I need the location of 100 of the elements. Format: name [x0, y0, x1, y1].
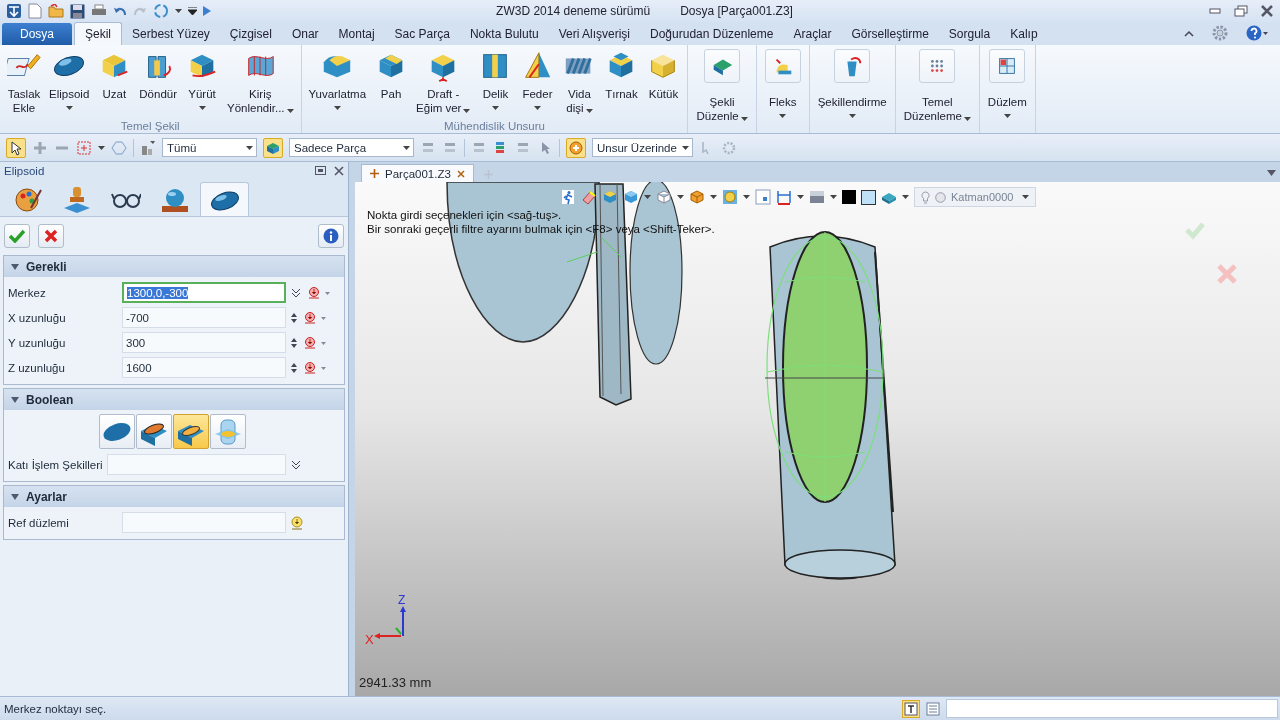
collapse-ribbon-icon[interactable] — [1184, 29, 1194, 37]
pick-point-icon[interactable] — [304, 311, 328, 324]
double-chevron-icon[interactable] — [290, 286, 302, 299]
boolean-option[interactable] — [135, 414, 172, 449]
ribbon-button[interactable]: Yürüt — [182, 47, 222, 118]
ok-button[interactable] — [4, 224, 30, 248]
boolean-option[interactable] — [172, 414, 209, 449]
ribbon-tab[interactable]: Şekil — [74, 22, 123, 45]
open-folder-icon[interactable] — [48, 4, 64, 18]
ribbon-button[interactable]: Temel Düzenleme — [901, 49, 973, 124]
input-field[interactable] — [122, 512, 286, 533]
ribbon-tab[interactable]: Görselleştirme — [841, 23, 939, 45]
save-icon[interactable] — [70, 3, 85, 19]
boolean-option[interactable] — [98, 414, 135, 449]
layer-dropdown[interactable]: Katman0000 — [914, 187, 1036, 207]
face-cube-icon[interactable] — [602, 189, 618, 205]
exit-icon[interactable] — [560, 189, 576, 205]
spin-arrows-icon[interactable] — [290, 361, 298, 374]
box-select-icon[interactable] — [76, 139, 92, 156]
ribbon-button[interactable]: Feder — [517, 47, 558, 118]
ribbon-button[interactable]: Düzlem — [985, 49, 1029, 118]
ribbon-button[interactable]: Döndür — [136, 47, 180, 118]
background-swatch-icon[interactable] — [861, 189, 876, 205]
render-mode-icon[interactable] — [722, 189, 738, 205]
input-field[interactable]: 300 — [122, 332, 286, 353]
ribbon-button[interactable]: Şekli Düzenle — [694, 49, 750, 124]
ribbon-tab[interactable]: Montaj — [328, 23, 385, 45]
document-tab[interactable]: Parça001.Z3 — [361, 164, 474, 182]
settings-icon[interactable] — [1212, 25, 1228, 41]
ribbon-tab[interactable]: Sac Parça — [384, 23, 460, 45]
filter-icon[interactable] — [140, 139, 156, 156]
circle-arrows-icon[interactable] — [153, 3, 169, 19]
input-field[interactable]: 1600 — [122, 357, 286, 378]
pick-plane-icon[interactable] — [290, 515, 304, 530]
wire-cube-icon[interactable] — [656, 189, 672, 205]
ribbon-button[interactable]: Uzat — [94, 47, 135, 118]
ribbon-button[interactable]: Fleks — [762, 49, 803, 118]
close-icon[interactable] — [456, 169, 465, 178]
pick-point-icon[interactable] — [304, 361, 328, 374]
ribbon-button[interactable]: Vida dişi — [559, 47, 600, 118]
new-file-icon[interactable] — [28, 3, 42, 19]
undo-icon[interactable] — [113, 5, 127, 17]
foreground-swatch-icon[interactable] — [842, 190, 856, 204]
cube-icon[interactable] — [623, 189, 639, 205]
document-list-icon[interactable] — [926, 701, 940, 716]
dimension-icon[interactable] — [776, 189, 792, 205]
shaded-cube-icon[interactable] — [689, 189, 705, 205]
ribbon-tab[interactable]: Sorgula — [938, 23, 1001, 45]
ribbon-button[interactable]: Yuvarlatma — [305, 47, 370, 118]
zoom-fit-icon[interactable] — [755, 189, 771, 205]
filter-dropdown[interactable]: Tümü — [162, 138, 257, 157]
section-header[interactable]: Ayarlar — [4, 486, 344, 507]
file-menu-tab[interactable]: Dosya — [2, 23, 72, 45]
ribbon-button[interactable]: Şekillendirme — [815, 49, 889, 118]
ribbon-tab[interactable]: Nokta Bulutu — [459, 23, 549, 45]
pick-point-icon[interactable] — [304, 336, 328, 349]
restore-icon[interactable] — [1234, 5, 1248, 17]
double-chevron-icon[interactable] — [290, 458, 302, 471]
customize-caret-icon[interactable] — [188, 7, 197, 15]
ribbon-button[interactable]: Elipsoid — [46, 47, 93, 118]
section-header[interactable]: Boolean — [4, 389, 344, 410]
input-field[interactable] — [106, 454, 286, 475]
ribbon-tab[interactable]: Veri Alışverişi — [548, 23, 641, 45]
tab-list-caret-icon[interactable] — [1267, 170, 1276, 176]
printer-icon[interactable] — [91, 4, 107, 18]
ribbon-tab[interactable]: Çizgisel — [219, 23, 282, 45]
ribbon-button[interactable]: Tırnak — [601, 47, 642, 118]
ribbon-tab[interactable]: Doğurudan Düzenleme — [640, 23, 784, 45]
pin-icon[interactable] — [315, 166, 326, 175]
close-icon[interactable] — [1260, 5, 1274, 17]
eraser-icon[interactable] — [581, 189, 597, 205]
ribbon-button[interactable]: Delik — [475, 47, 516, 118]
text-box-icon[interactable] — [904, 701, 918, 716]
app-logo-icon[interactable] — [6, 3, 22, 19]
background-shade-icon[interactable] — [809, 189, 825, 205]
ribbon-button[interactable]: Draft - Eğim ver — [413, 47, 474, 118]
cancel-button[interactable] — [38, 224, 64, 248]
filter-dropdown[interactable]: Unsur Üzerinde — [592, 138, 693, 157]
minimize-icon[interactable] — [1208, 5, 1222, 15]
status-input-field[interactable] — [946, 699, 1278, 718]
ribbon-button[interactable]: Kiriş Yönlendir... — [224, 47, 297, 118]
close-icon[interactable] — [334, 166, 344, 176]
input-field[interactable]: -700 — [122, 307, 286, 328]
snap-icon[interactable] — [568, 139, 584, 156]
section-header[interactable]: Gerekli — [4, 256, 344, 277]
pointer-icon[interactable] — [8, 139, 24, 156]
input-field[interactable]: 1300,0,-300 — [122, 282, 286, 303]
play-arrow-icon[interactable] — [203, 6, 211, 16]
spin-arrows-icon[interactable] — [290, 311, 298, 324]
panel-tab[interactable] — [200, 182, 249, 216]
pick-point-icon[interactable] — [308, 286, 332, 299]
help-icon[interactable] — [1246, 25, 1268, 41]
ribbon-tab[interactable]: Serbest Yüzey — [122, 23, 220, 45]
ribbon-tab[interactable]: Kalıp — [1000, 23, 1048, 45]
ribbon-button[interactable]: Taslak Ekle — [4, 47, 44, 118]
ribbon-button[interactable]: Kütük — [643, 47, 684, 118]
filter-dropdown[interactable]: Sadece Parça — [289, 138, 414, 157]
ribbon-tab[interactable]: Onar — [281, 23, 329, 45]
spin-arrows-icon[interactable] — [290, 336, 298, 349]
ribbon-tab[interactable]: Araçlar — [783, 23, 842, 45]
